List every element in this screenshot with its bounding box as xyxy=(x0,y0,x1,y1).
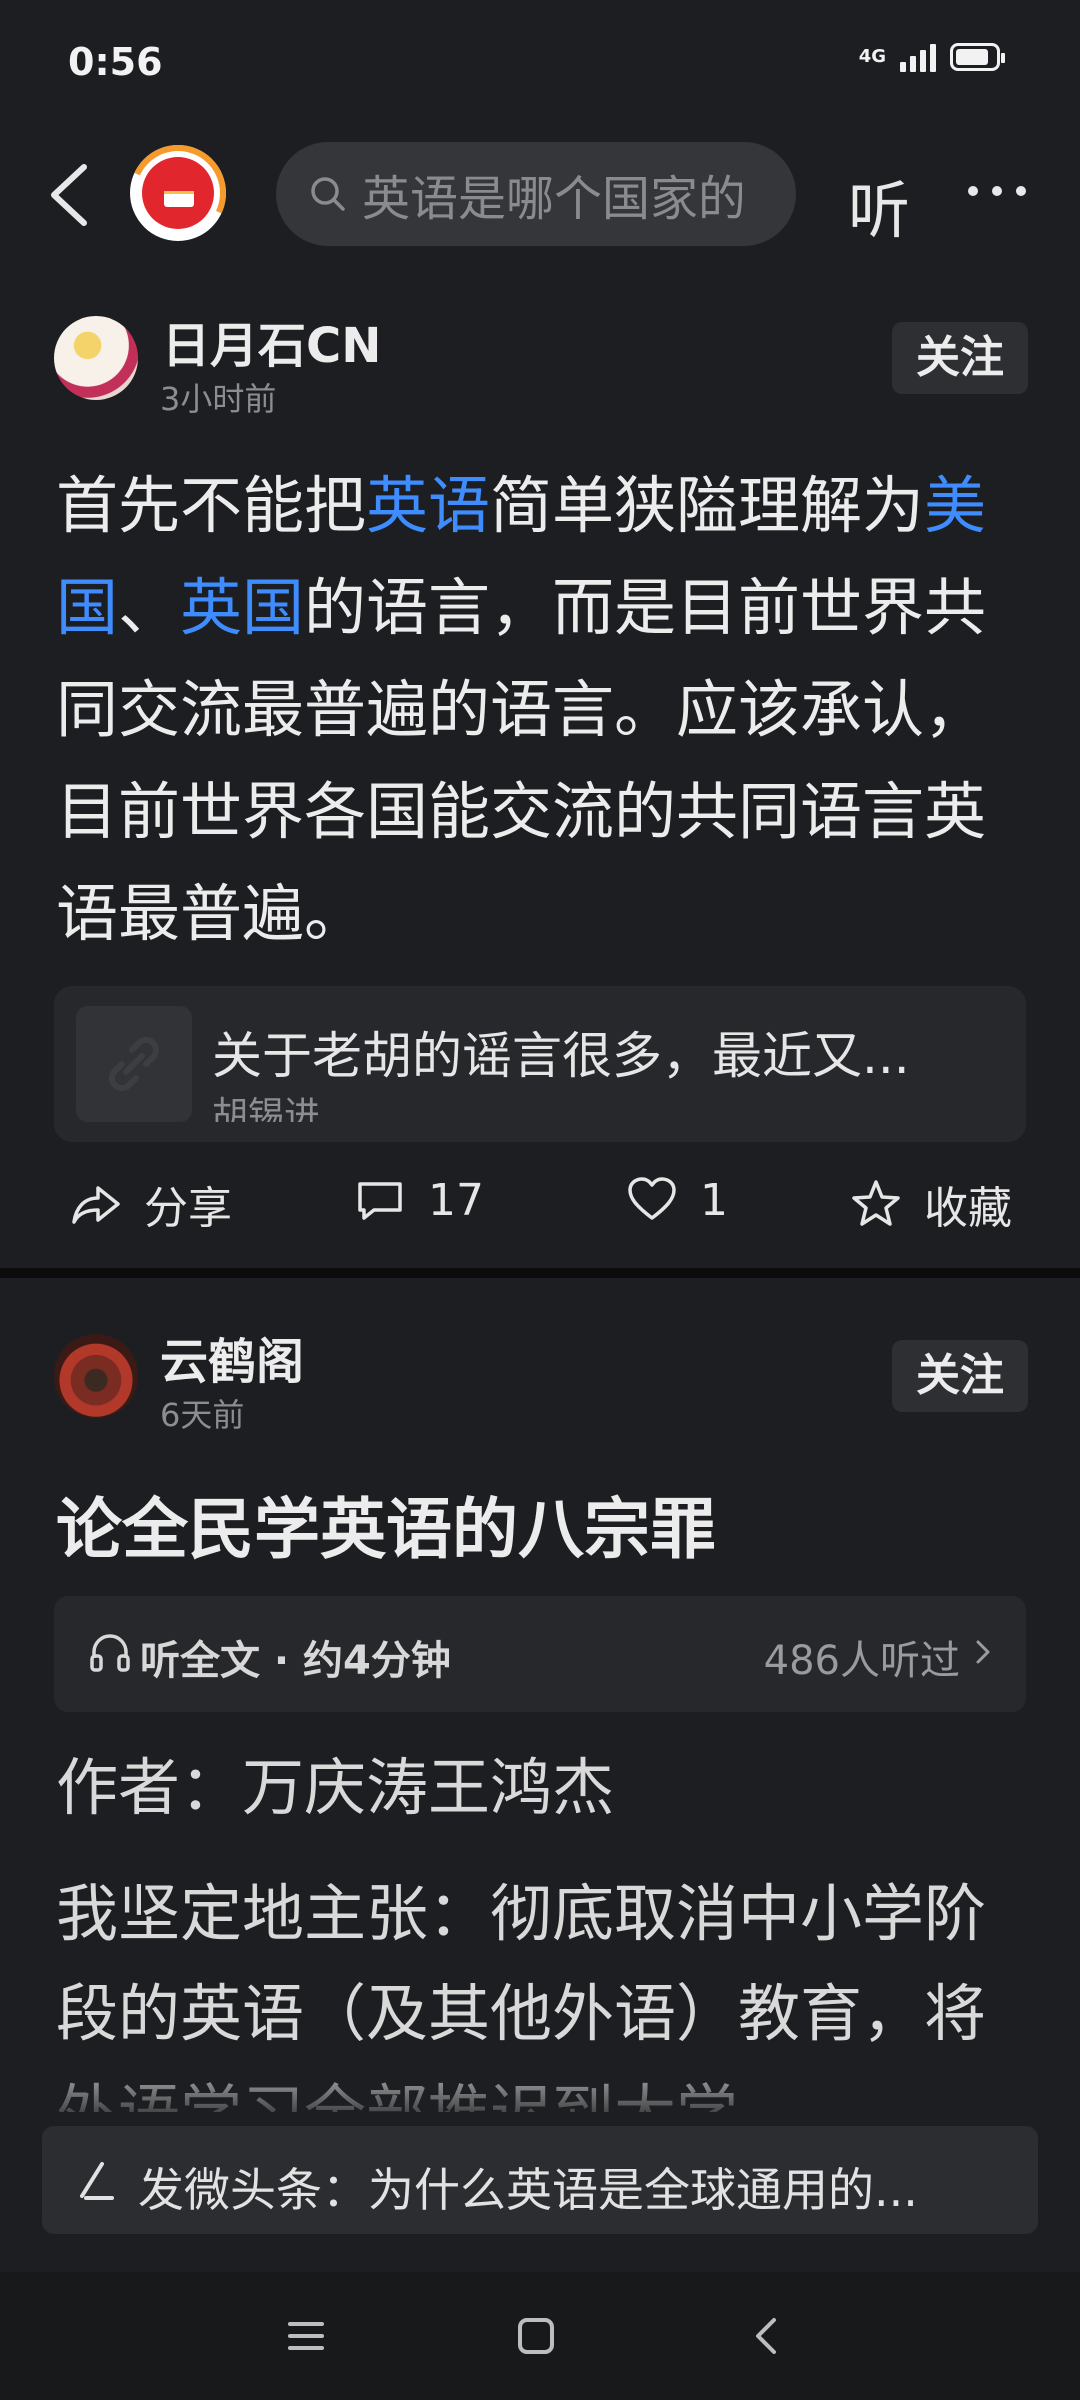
author-name[interactable]: 云鹤阁 xyxy=(160,1322,304,1392)
listen-full-label: 听全文 · 约4分钟 xyxy=(140,1638,451,1684)
more-icon[interactable] xyxy=(968,186,1026,196)
follow-button[interactable]: 关注 xyxy=(892,322,1028,394)
chevron-right-icon xyxy=(976,1640,990,1664)
heart-icon xyxy=(628,1177,676,1220)
network-type: 4G xyxy=(858,46,886,67)
link-icon xyxy=(109,1037,159,1091)
article-title[interactable]: 论全民学英语的八宗罪 xyxy=(56,1476,716,1572)
content-fade xyxy=(0,2050,1080,2130)
comment-button[interactable]: 17 xyxy=(352,1172,484,1228)
listen-count: 486人听过 xyxy=(763,1638,960,1684)
post-text-segment: 简单狭隘理解为 xyxy=(490,469,925,542)
post-divider xyxy=(0,1268,1080,1278)
compose-bar[interactable]: 发微头条：为什么英语是全球通用的... xyxy=(42,2126,1038,2234)
menu-icon[interactable] xyxy=(282,2312,330,2360)
link-source: 胡锡进 xyxy=(212,1095,321,1122)
article-byline: 作者：万庆涛王鸿杰 xyxy=(56,1751,615,1824)
like-count: 1 xyxy=(700,1174,728,1226)
favorite-label: 收藏 xyxy=(924,1183,1012,1234)
app-logo[interactable] xyxy=(116,131,240,255)
share-button[interactable]: 分享 xyxy=(68,1172,232,1236)
like-button[interactable]: 1 xyxy=(624,1172,728,1228)
author-name[interactable]: 日月石CN xyxy=(162,306,381,376)
star-icon xyxy=(852,1180,900,1226)
status-time: 0:56 xyxy=(68,40,163,84)
comment-count: 17 xyxy=(428,1174,484,1226)
avatar[interactable] xyxy=(54,1334,138,1418)
share-label: 分享 xyxy=(144,1183,232,1234)
battery-icon xyxy=(950,43,1005,71)
back-nav-icon[interactable] xyxy=(742,2312,790,2360)
link-thumbnail xyxy=(76,1006,192,1122)
search-input[interactable]: 英语是哪个国家的 xyxy=(276,142,796,246)
system-nav-bar xyxy=(0,2272,1080,2400)
keyword-link[interactable]: 英国 xyxy=(180,571,304,644)
keyword-link[interactable]: 英语 xyxy=(366,469,490,542)
home-icon[interactable] xyxy=(512,2312,560,2360)
favorite-button[interactable]: 收藏 xyxy=(848,1172,1012,1236)
search-icon xyxy=(311,177,345,211)
post-time: 3小时前 xyxy=(160,380,277,418)
post-content[interactable]: 首先不能把英语简单狭隘理解为美国、英国的语言，而是目前世界共同交流最普遍的语言。… xyxy=(56,455,1016,965)
headphones-icon xyxy=(90,1634,130,1672)
search-query: 英语是哪个国家的 xyxy=(362,171,742,227)
listen-button[interactable]: 听 xyxy=(848,160,910,250)
post-text-segment: 首先不能把 xyxy=(56,469,367,542)
post-text-segment: 、 xyxy=(118,571,181,644)
status-indicators: 4G xyxy=(858,42,1005,72)
pencil-icon xyxy=(80,2162,114,2200)
follow-button[interactable]: 关注 xyxy=(892,1340,1028,1412)
avatar[interactable] xyxy=(54,316,138,400)
link-card[interactable]: 关于老胡的谣言很多，最近又... 胡锡进 xyxy=(54,986,1026,1142)
post-time: 6天前 xyxy=(160,1396,245,1434)
signal-icon xyxy=(900,42,936,72)
link-title: 关于老胡的谣言很多，最近又... xyxy=(212,1027,910,1085)
share-icon xyxy=(72,1186,120,1224)
battery-level xyxy=(956,49,988,65)
back-icon[interactable] xyxy=(40,155,100,235)
listen-full-article-bar[interactable]: 听全文 · 约4分钟 486人听过 xyxy=(54,1596,1026,1712)
comment-icon xyxy=(358,1182,402,1220)
compose-prompt: 发微头条：为什么英语是全球通用的... xyxy=(138,2163,918,2217)
